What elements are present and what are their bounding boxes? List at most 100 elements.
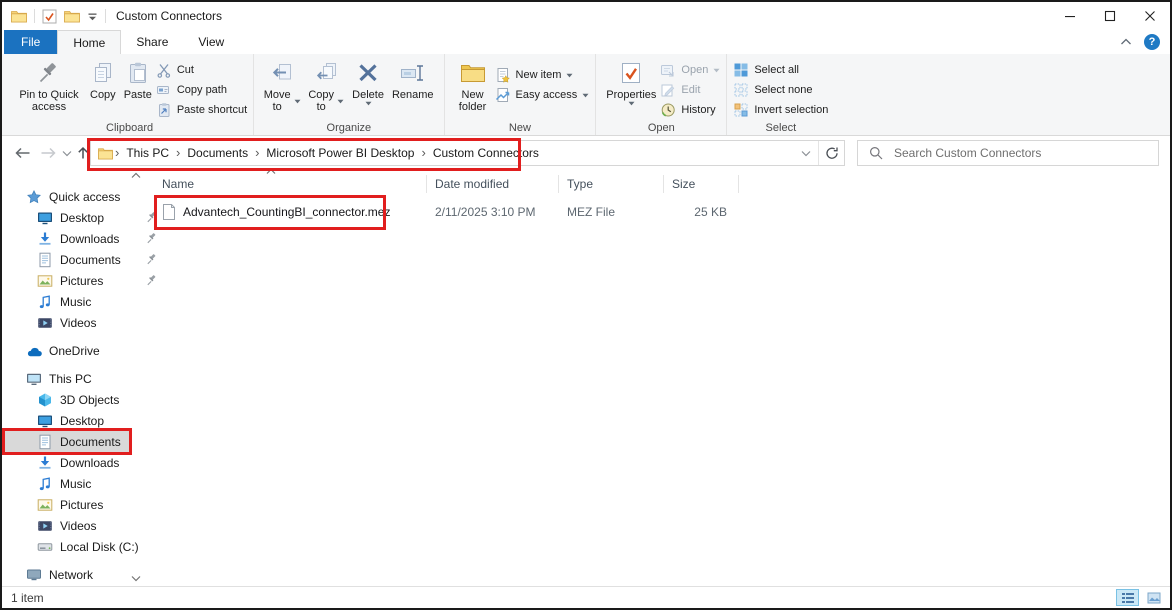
collapse-ribbon-button[interactable] bbox=[1120, 38, 1132, 46]
sidebar-item-documents[interactable]: Documents bbox=[5, 249, 148, 270]
maximize-button[interactable] bbox=[1090, 2, 1130, 30]
sidebar-item-label: Local Disk (C:) bbox=[60, 540, 139, 554]
tab-file[interactable]: File bbox=[4, 30, 57, 54]
details-view-button[interactable] bbox=[1116, 589, 1139, 606]
sidebar-item-music[interactable]: Music bbox=[5, 473, 148, 494]
new-item-button[interactable]: New item bbox=[495, 67, 590, 83]
select-none-button[interactable]: Select none bbox=[733, 82, 828, 98]
desktop-icon bbox=[37, 210, 53, 226]
ribbon-group-organize: Move to Copy to Delete Rename Organize bbox=[253, 54, 443, 135]
paste-button[interactable]: Paste bbox=[120, 57, 156, 101]
file-size: 25 KB bbox=[664, 205, 739, 219]
column-header-date-modified[interactable]: Date modified bbox=[427, 175, 559, 193]
address-dropdown-button[interactable] bbox=[793, 141, 818, 165]
sidebar-item-videos[interactable]: Videos bbox=[5, 515, 148, 536]
invert-selection-button[interactable]: Invert selection bbox=[733, 102, 828, 118]
sidebar-item-pictures[interactable]: Pictures bbox=[5, 494, 148, 515]
delete-button[interactable]: Delete bbox=[348, 57, 388, 106]
column-header-type[interactable]: Type bbox=[559, 175, 664, 193]
breadcrumb-separator-icon: › bbox=[253, 145, 261, 162]
sidebar-item-desktop[interactable]: Desktop bbox=[5, 410, 148, 431]
forward-button[interactable] bbox=[40, 146, 57, 160]
open-button[interactable]: Open bbox=[660, 62, 720, 78]
chevron-down-icon bbox=[628, 101, 635, 106]
sidebar-item-desktop[interactable]: Desktop bbox=[5, 207, 148, 228]
sidebar-item-local-disk-c[interactable]: Local Disk (C:) bbox=[5, 536, 148, 557]
breadcrumb-segment-microsoft-power-bi-desktop[interactable]: Microsoft Power BI Desktop bbox=[261, 146, 419, 160]
sidebar-item-this-pc[interactable]: This PC bbox=[5, 368, 148, 389]
search-input[interactable] bbox=[892, 145, 1158, 161]
sidebar-item-3d-objects[interactable]: 3D Objects bbox=[5, 389, 148, 410]
move-to-icon bbox=[270, 59, 294, 87]
minimize-button[interactable] bbox=[1050, 2, 1090, 30]
sidebar-item-label: Desktop bbox=[60, 414, 104, 428]
copy-button[interactable]: Copy bbox=[86, 57, 120, 101]
up-button[interactable] bbox=[76, 146, 90, 160]
sidebar-item-music[interactable]: Music bbox=[5, 291, 148, 312]
sidebar-item-quick-access[interactable]: Quick access bbox=[5, 186, 148, 207]
file-list-area: NameDate modifiedTypeSize Advantech_Coun… bbox=[148, 170, 1170, 586]
rename-button[interactable]: Rename bbox=[388, 57, 438, 101]
sidebar-item-label: Videos bbox=[60, 316, 96, 330]
star-icon bbox=[26, 189, 42, 205]
tab-home[interactable]: Home bbox=[57, 30, 121, 54]
sidebar-item-label: Pictures bbox=[60, 498, 103, 512]
column-header-size[interactable]: Size bbox=[664, 175, 739, 193]
sidebar-item-label: This PC bbox=[49, 372, 92, 386]
tab-view[interactable]: View bbox=[183, 30, 239, 54]
thumbnail-view-button[interactable] bbox=[1142, 589, 1165, 606]
address-bar[interactable]: ›This PC›Documents›Microsoft Power BI De… bbox=[90, 140, 845, 166]
recent-locations-dropdown[interactable] bbox=[62, 150, 72, 157]
copy-to-button[interactable]: Copy to bbox=[304, 57, 348, 113]
copy-path-button[interactable]: Copy path bbox=[156, 82, 247, 98]
file-explorer-window: Custom Connectors File Home Share View ?… bbox=[0, 0, 1172, 610]
properties-button[interactable]: Properties bbox=[602, 57, 660, 106]
close-button[interactable] bbox=[1130, 2, 1170, 30]
select-none-icon bbox=[733, 82, 749, 98]
sidebar-item-network[interactable]: Network bbox=[5, 564, 148, 585]
edit-button[interactable]: Edit bbox=[660, 82, 720, 98]
sidebar-item-pictures[interactable]: Pictures bbox=[5, 270, 148, 291]
easy-access-button[interactable]: Easy access bbox=[495, 87, 590, 103]
refresh-button[interactable] bbox=[819, 141, 844, 165]
file-row[interactable]: Advantech_CountingBI_connector.mez2/11/2… bbox=[148, 201, 739, 223]
breadcrumb-segment-custom-connectors[interactable]: Custom Connectors bbox=[428, 146, 544, 160]
sidebar-item-onedrive[interactable]: OneDrive bbox=[5, 340, 148, 361]
sort-ascending-icon[interactable] bbox=[266, 168, 276, 175]
new-folder-button[interactable]: New folder bbox=[451, 57, 495, 113]
help-button[interactable]: ? bbox=[1144, 34, 1160, 50]
cut-button[interactable]: Cut bbox=[156, 62, 247, 78]
back-button[interactable] bbox=[14, 146, 31, 160]
cut-icon bbox=[156, 63, 172, 78]
search-icon bbox=[869, 146, 883, 160]
sidebar-item-videos[interactable]: Videos bbox=[5, 312, 148, 333]
paste-shortcut-button[interactable]: Paste shortcut bbox=[156, 102, 247, 118]
select-all-button[interactable]: Select all bbox=[733, 62, 828, 78]
column-headers: NameDate modifiedTypeSize bbox=[148, 175, 739, 195]
checkbox-icon[interactable] bbox=[42, 9, 57, 24]
file-name-cell[interactable]: Advantech_CountingBI_connector.mez bbox=[148, 204, 427, 220]
sidebar-item-downloads[interactable]: Downloads bbox=[5, 228, 148, 249]
history-button[interactable]: History bbox=[660, 102, 720, 118]
easy-access-icon bbox=[495, 87, 511, 103]
toolbar-dropdown-icon[interactable] bbox=[87, 11, 98, 22]
status-bar: 1 item bbox=[2, 586, 1170, 609]
sidebar-item-documents[interactable]: Documents bbox=[5, 431, 129, 452]
sidebar-scroll-down[interactable] bbox=[131, 575, 141, 582]
select-all-icon bbox=[733, 62, 749, 78]
group-label-new: New bbox=[445, 122, 596, 134]
pin-to-quick-access-button[interactable]: Pin to Quick access bbox=[12, 57, 86, 113]
column-header-name[interactable]: Name bbox=[148, 175, 427, 193]
move-to-button[interactable]: Move to bbox=[260, 57, 304, 113]
file-date-modified: 2/11/2025 3:10 PM bbox=[427, 205, 559, 219]
sidebar-scroll-up[interactable] bbox=[131, 172, 141, 179]
folder-icon[interactable] bbox=[64, 9, 80, 23]
quick-access-toolbar bbox=[2, 9, 106, 24]
breadcrumb-segment-documents[interactable]: Documents bbox=[182, 146, 253, 160]
file-icon bbox=[162, 204, 176, 220]
ribbon-group-open: Properties Open Edit History Open bbox=[595, 54, 726, 135]
sidebar-list: Quick accessDesktopDownloadsDocumentsPic… bbox=[2, 170, 148, 585]
breadcrumb-segment-this-pc[interactable]: This PC bbox=[121, 146, 174, 160]
sidebar-item-downloads[interactable]: Downloads bbox=[5, 452, 148, 473]
tab-share[interactable]: Share bbox=[121, 30, 183, 54]
